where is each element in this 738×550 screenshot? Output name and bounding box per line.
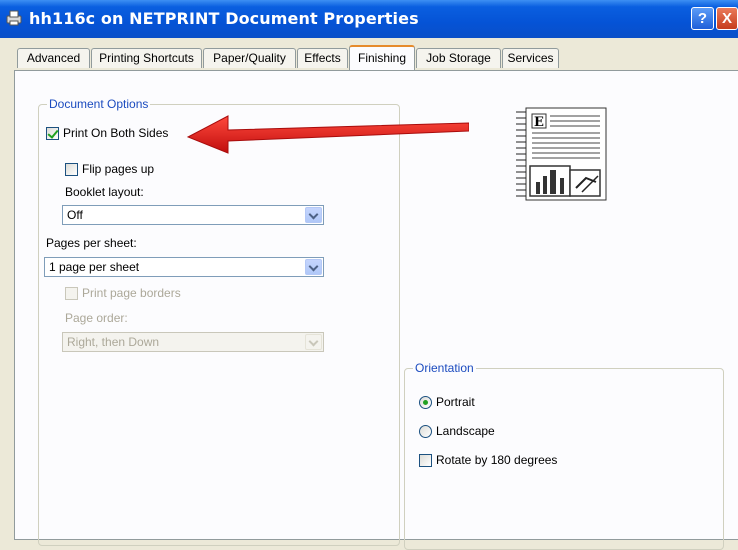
- annotation-arrow-icon: [186, 115, 469, 154]
- title-bar[interactable]: hh116c on NETPRINT Document Properties ?…: [0, 0, 738, 38]
- page-order-label: Page order:: [65, 311, 128, 325]
- tab-printing-shortcuts[interactable]: Printing Shortcuts: [91, 48, 202, 68]
- flip-pages-up-label[interactable]: Flip pages up: [82, 162, 154, 176]
- tab-services[interactable]: Services: [502, 48, 559, 68]
- tab-advanced[interactable]: Advanced: [17, 48, 90, 68]
- pages-per-sheet-value: 1 page per sheet: [49, 260, 140, 274]
- rotate-180-label[interactable]: Rotate by 180 degrees: [436, 453, 557, 467]
- print-page-borders-label: Print page borders: [82, 286, 181, 300]
- portrait-label[interactable]: Portrait: [436, 395, 475, 409]
- flip-pages-up-checkbox[interactable]: [65, 163, 78, 176]
- chevron-down-icon[interactable]: [305, 207, 322, 223]
- chevron-down-icon[interactable]: [305, 259, 322, 275]
- printer-icon: [6, 10, 22, 26]
- document-preview-icon: E: [516, 107, 607, 201]
- page-order-value: Right, then Down: [67, 335, 160, 349]
- booklet-layout-select[interactable]: Off: [62, 205, 324, 225]
- window-title: hh116c on NETPRINT Document Properties: [29, 9, 419, 28]
- close-button[interactable]: X: [716, 7, 738, 30]
- print-both-sides-label[interactable]: Print On Both Sides: [63, 126, 168, 140]
- chevron-down-icon[interactable]: [305, 334, 322, 350]
- booklet-layout-label: Booklet layout:: [65, 185, 144, 199]
- tab-finishing[interactable]: Finishing: [349, 45, 415, 70]
- tab-paper-quality[interactable]: Paper/Quality: [203, 48, 296, 68]
- document-options-title: Document Options: [47, 97, 151, 111]
- svg-text:E: E: [534, 115, 544, 130]
- tab-effects[interactable]: Effects: [297, 48, 348, 68]
- booklet-layout-value: Off: [67, 208, 83, 222]
- pages-per-sheet-label: Pages per sheet:: [46, 236, 137, 250]
- orientation-title: Orientation: [413, 361, 476, 375]
- landscape-radio[interactable]: [419, 425, 432, 438]
- page-order-select[interactable]: Right, then Down: [62, 332, 324, 352]
- print-both-sides-checkbox[interactable]: [46, 127, 59, 140]
- rotate-180-checkbox[interactable]: [419, 454, 432, 467]
- help-button[interactable]: ?: [691, 7, 714, 30]
- portrait-radio[interactable]: [419, 396, 432, 409]
- tab-job-storage[interactable]: Job Storage: [416, 48, 501, 68]
- pages-per-sheet-select[interactable]: 1 page per sheet: [44, 257, 324, 277]
- landscape-label[interactable]: Landscape: [436, 424, 495, 438]
- print-page-borders-checkbox[interactable]: [65, 287, 78, 300]
